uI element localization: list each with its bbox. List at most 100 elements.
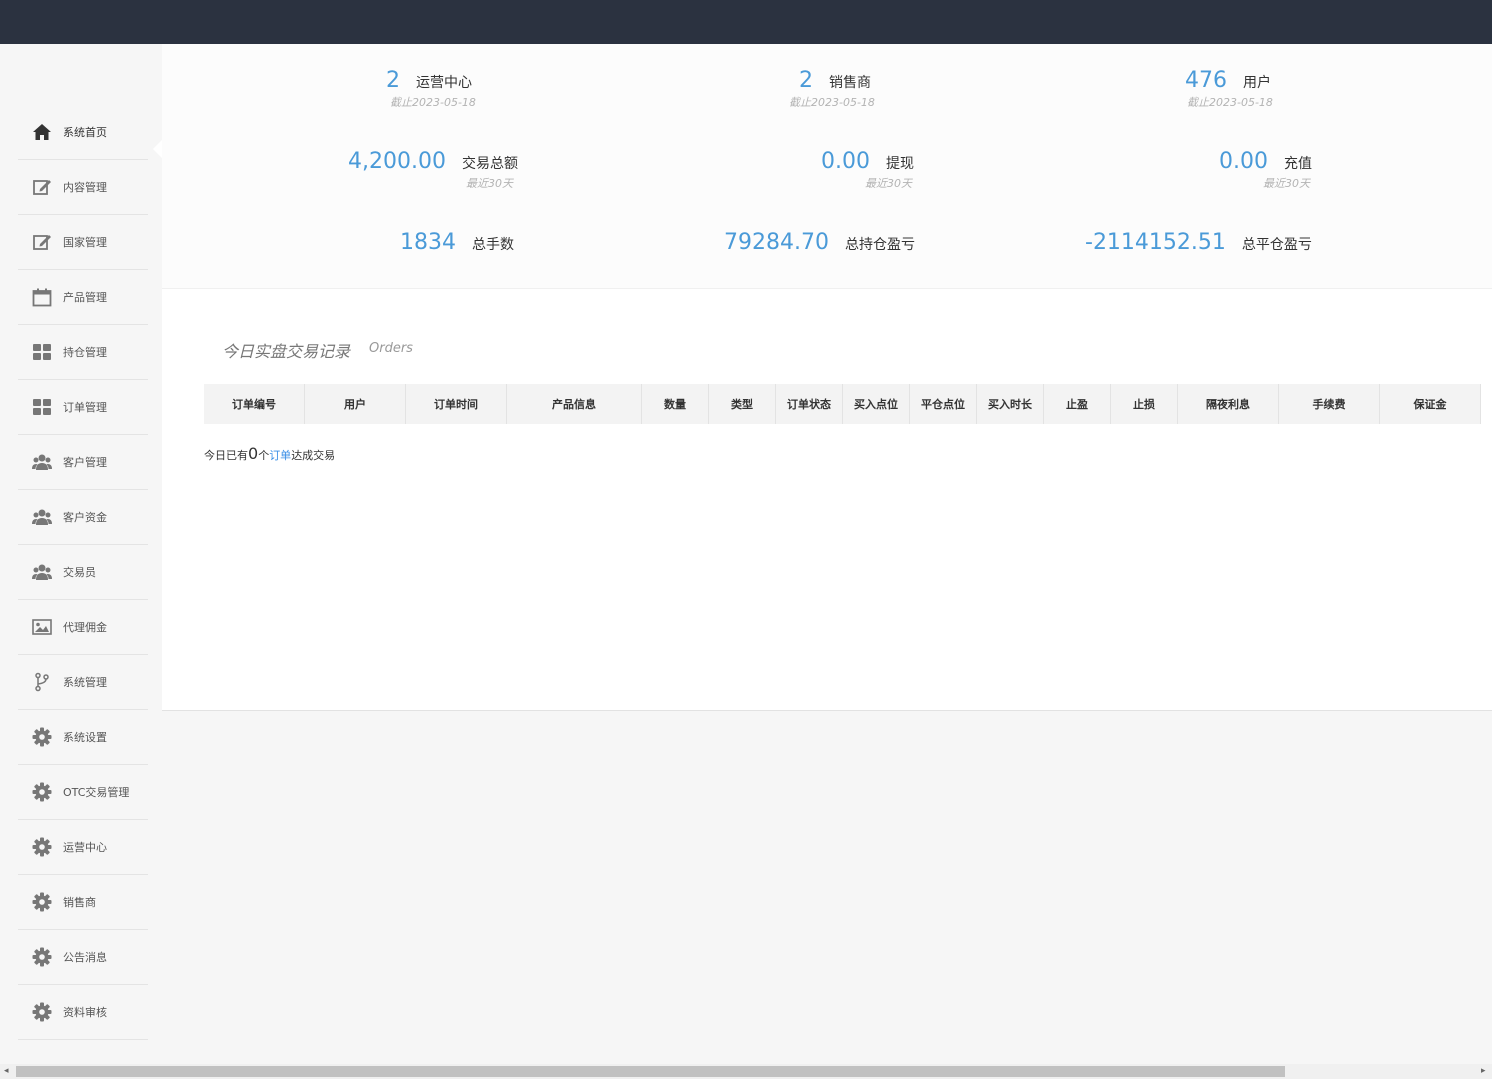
column-header[interactable]: 订单编号 — [204, 384, 305, 424]
stat-caption: 截止2023-05-18 — [1187, 96, 1273, 109]
sidebar-item-label: 系统设置 — [63, 731, 107, 744]
stat-value: 79284.70 — [724, 230, 829, 255]
sidebar-item-announcements[interactable]: 公告消息 — [18, 930, 148, 985]
sidebar-item-orders[interactable]: 订单管理 — [18, 380, 148, 435]
stat-value: 2 — [386, 68, 400, 93]
sidebar-item-label: 公告消息 — [63, 951, 107, 964]
column-header[interactable]: 平仓点位 — [909, 384, 977, 424]
active-caret — [153, 140, 162, 158]
gear-icon — [32, 837, 52, 857]
sidebar-item-customers[interactable]: 客户管理 — [18, 435, 148, 490]
column-header[interactable]: 手续费 — [1278, 384, 1380, 424]
stat-withdrawals: 0.00 提现 最近30天 — [821, 149, 914, 190]
column-header[interactable]: 买入时长 — [976, 384, 1044, 424]
sidebar-item-label: 内容管理 — [63, 181, 107, 194]
branch-icon — [32, 672, 52, 692]
sidebar-item-label: 运营中心 — [63, 841, 107, 854]
stat-value: 0.00 — [1219, 149, 1268, 174]
stat-value: 0.00 — [821, 149, 870, 174]
orders-title: 今日实盘交易记录 — [222, 342, 351, 361]
users-icon — [32, 452, 52, 472]
sidebar-item-document-review[interactable]: 资料审核 — [18, 985, 148, 1040]
gear-icon — [32, 892, 52, 912]
orders-link[interactable]: 订单 — [269, 449, 291, 462]
stat-distributors: 2 销售商 截止2023-05-18 — [789, 68, 875, 109]
column-header[interactable]: 类型 — [708, 384, 776, 424]
sidebar-item-dashboard[interactable]: 系统首页 — [18, 105, 148, 160]
stat-caption: 最近30天 — [865, 177, 912, 190]
sidebar-item-label: 订单管理 — [63, 401, 107, 414]
stat-position-pnl: 79284.70 总持仓盈亏 — [724, 230, 915, 255]
stat-closed-pnl: -2114152.51 总平仓盈亏 — [1085, 230, 1312, 255]
sidebar-item-country[interactable]: 国家管理 — [18, 215, 148, 270]
scrollbar-thumb[interactable] — [16, 1066, 1285, 1077]
sidebar-item-distributor[interactable]: 销售商 — [18, 875, 148, 930]
stats-panel: 2 运营中心 截止2023-05-18 2 销售商 截止2023-05-18 476… — [162, 44, 1492, 289]
column-header[interactable]: 保证金 — [1379, 384, 1481, 424]
stat-label: 充值 — [1283, 156, 1312, 172]
horizontal-scrollbar[interactable]: ◂ ▸ — [0, 1064, 1492, 1079]
stat-label: 销售商 — [829, 75, 871, 91]
column-header[interactable]: 隔夜利息 — [1177, 384, 1279, 424]
stat-users: 476 用户 截止2023-05-18 — [1185, 68, 1273, 109]
stat-trade-total: 4,200.00 交易总额 最近30天 — [348, 149, 518, 190]
users-icon — [32, 562, 52, 582]
sidebar-item-position[interactable]: 持仓管理 — [18, 325, 148, 380]
column-header[interactable]: 订单时间 — [405, 384, 507, 424]
column-header[interactable]: 止盈 — [1043, 384, 1111, 424]
image-icon — [32, 617, 52, 637]
column-header[interactable]: 买入点位 — [842, 384, 910, 424]
calendar-icon — [32, 287, 52, 307]
stat-deposits: 0.00 充值 最近30天 — [1219, 149, 1312, 190]
sidebar-item-label: 国家管理 — [63, 236, 107, 249]
summary-suffix: 达成交易 — [291, 449, 336, 462]
stat-value: 1834 — [400, 230, 456, 255]
sidebar-item-product[interactable]: 产品管理 — [18, 270, 148, 325]
stat-label: 运营中心 — [416, 75, 472, 91]
stat-caption: 最近30天 — [1263, 177, 1310, 190]
stat-caption: 截止2023-05-18 — [390, 96, 476, 109]
stat-value: 2 — [799, 68, 813, 93]
column-header[interactable]: 产品信息 — [506, 384, 642, 424]
sidebar-item-system-settings[interactable]: 系统设置 — [18, 710, 148, 765]
stat-operation-centers: 2 运营中心 截止2023-05-18 — [386, 68, 476, 109]
sidebar-item-traders[interactable]: 交易员 — [18, 545, 148, 600]
sidebar-item-system-management[interactable]: 系统管理 — [18, 655, 148, 710]
column-header[interactable]: 数量 — [641, 384, 709, 424]
sidebar-item-label: 客户管理 — [63, 456, 107, 469]
users-icon — [32, 507, 52, 527]
scroll-left-icon[interactable]: ◂ — [4, 1066, 9, 1076]
sidebar-item-label: 系统管理 — [63, 676, 107, 689]
scroll-right-icon[interactable]: ▸ — [1481, 1066, 1486, 1076]
gear-icon — [32, 947, 52, 967]
stat-caption: 最近30天 — [466, 177, 513, 190]
orders-summary: 今日已有0个订单达成交易 — [204, 444, 335, 463]
gear-icon — [32, 782, 52, 802]
orders-subtitle: Orders — [369, 341, 413, 356]
sidebar-item-label: 交易员 — [63, 566, 96, 579]
stat-label: 用户 — [1243, 75, 1271, 91]
table-header-row: 订单编号 用户 订单时间 产品信息 数量 类型 订单状态 买入点位 平仓点位 买… — [204, 384, 1481, 424]
sidebar-item-label: 持仓管理 — [63, 346, 107, 359]
sidebar-item-operation-center[interactable]: 运营中心 — [18, 820, 148, 875]
stat-label: 提现 — [885, 156, 914, 172]
stat-label: 总持仓盈亏 — [844, 237, 915, 253]
stat-label: 总平仓盈亏 — [1241, 237, 1312, 253]
sidebar-item-label: 客户资金 — [63, 511, 107, 524]
sidebar-item-content[interactable]: 内容管理 — [18, 160, 148, 215]
summary-count: 0 — [248, 444, 259, 463]
main-content: 2 运营中心 截止2023-05-18 2 销售商 截止2023-05-18 476… — [162, 44, 1492, 711]
summary-unit: 个 — [258, 449, 270, 462]
column-header[interactable]: 用户 — [304, 384, 406, 424]
column-header[interactable]: 订单状态 — [775, 384, 843, 424]
sidebar-item-agent-commission[interactable]: 代理佣金 — [18, 600, 148, 655]
home-icon — [32, 122, 52, 142]
sidebar-item-customer-funds[interactable]: 客户资金 — [18, 490, 148, 545]
sidebar-item-otc[interactable]: OTC交易管理 — [18, 765, 148, 820]
stat-total-lots: 1834 总手数 — [400, 230, 514, 255]
stat-label: 总手数 — [472, 237, 514, 253]
gear-icon — [32, 1002, 52, 1022]
column-header[interactable]: 止损 — [1110, 384, 1178, 424]
edit-icon — [32, 232, 52, 252]
sidebar-menu: 系统首页 内容管理 国家管理 产品管理 持仓管理 订单管理 客户管理 客户资金 … — [18, 105, 148, 1040]
